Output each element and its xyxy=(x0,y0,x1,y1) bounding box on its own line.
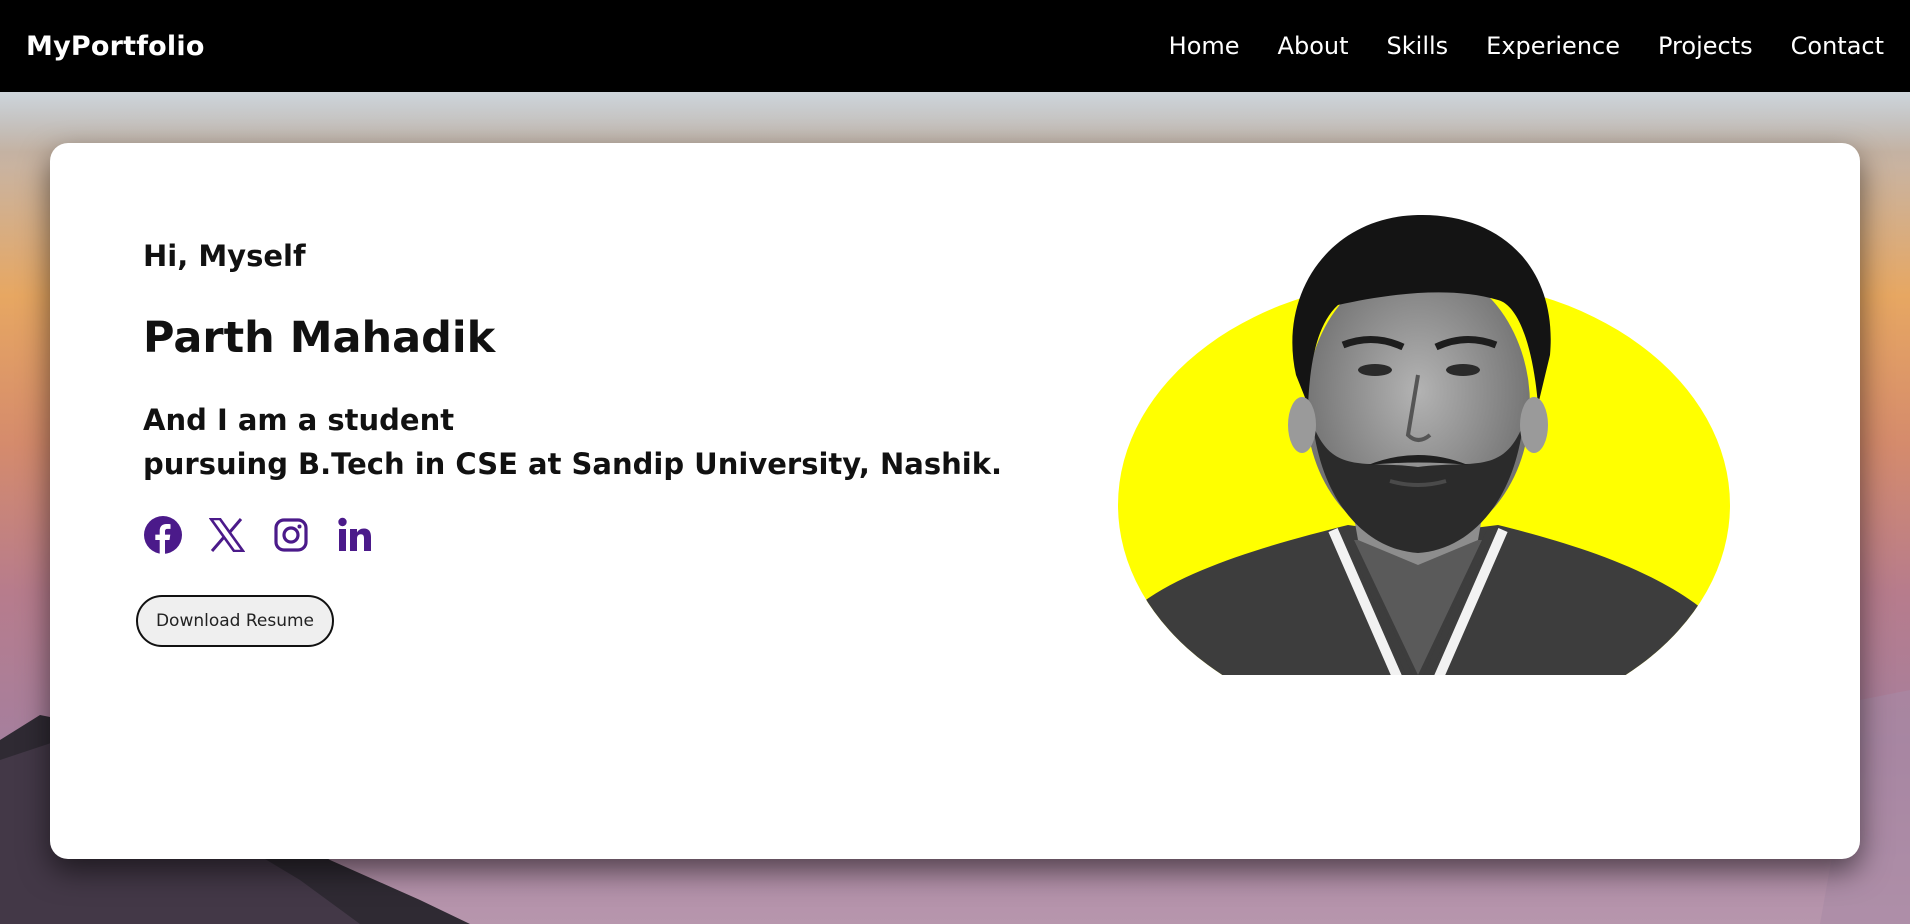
hero-description-line-1: And I am a student xyxy=(143,403,455,437)
download-resume-button[interactable]: Download Resume xyxy=(136,595,334,647)
instagram-icon[interactable] xyxy=(271,515,311,555)
hero-greeting: Hi, Myself xyxy=(143,239,306,273)
x-icon[interactable] xyxy=(207,515,247,555)
nav-skills[interactable]: Skills xyxy=(1387,32,1449,60)
nav-links: Home About Skills Experience Projects Co… xyxy=(1169,32,1884,60)
hero-description: And I am a student pursuing B.Tech in CS… xyxy=(143,398,1002,486)
nav-experience[interactable]: Experience xyxy=(1486,32,1620,60)
hero-description-line-2: pursuing B.Tech in CSE at Sandip Univers… xyxy=(143,447,1003,481)
hero-name: Parth Mahadik xyxy=(143,313,496,363)
nav-projects[interactable]: Projects xyxy=(1658,32,1753,60)
profile-photo xyxy=(1118,205,1730,731)
facebook-icon[interactable] xyxy=(143,515,183,555)
nav-about[interactable]: About xyxy=(1278,32,1349,60)
nav-home[interactable]: Home xyxy=(1169,32,1240,60)
nav-contact[interactable]: Contact xyxy=(1791,32,1884,60)
top-navbar: MyPortfolio Home About Skills Experience… xyxy=(0,0,1910,92)
linkedin-icon[interactable] xyxy=(335,515,375,555)
brand-logo[interactable]: MyPortfolio xyxy=(26,31,205,62)
social-links xyxy=(143,515,375,555)
hero-card: Hi, Myself Parth Mahadik And I am a stud… xyxy=(50,143,1860,859)
